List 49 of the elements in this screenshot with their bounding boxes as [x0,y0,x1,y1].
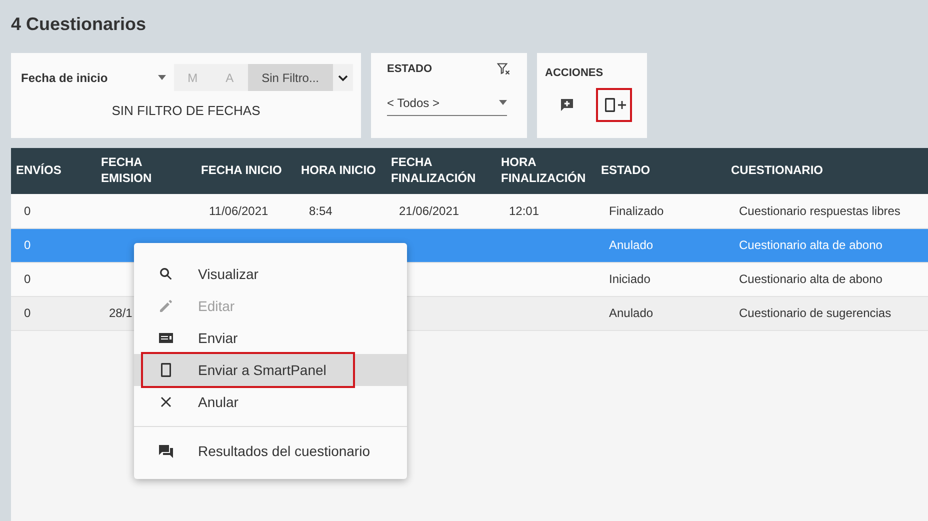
table-cell: Cuestionario alta de abono [739,238,882,252]
table-cell: 11/06/2021 [209,204,268,218]
table-cell: 8:54 [309,204,332,218]
column-header: ESTADO [596,148,726,194]
table-row[interactable]: 0 11/06/2021 8:54 21/06/2021 12:01 Finalizado Cuestionario respuestas libres [11,194,928,228]
comment-plus-icon [558,96,574,112]
table-cell: 28/1 [109,306,132,320]
clear-filter-icon[interactable] [497,62,511,76]
menu-item[interactable]: Resultados del cuestionario [134,435,407,467]
caret-icon [499,100,507,105]
table-cell: 0 [24,204,31,218]
panel-title: ACCIONES [545,66,604,81]
table-cell: 0 [24,306,31,320]
column-header: FECHA FINALIZACIÓN [386,148,496,194]
table-cell: Finalizado [609,204,664,218]
caret-icon [158,75,166,80]
table-cell: Anulado [609,306,654,320]
plus-icon [618,100,626,108]
chevron-down-icon [338,73,348,84]
chat-icon [158,443,174,459]
column-header: ENVÍOS [11,148,96,194]
column-header: HORA FINALIZACIÓN [496,148,596,194]
table-cell: 12:01 [509,204,540,218]
table-cell: Cuestionario alta de abono [739,272,882,286]
column-header: HORA INICIO [296,148,386,194]
send-to-tablet-button[interactable] [598,90,630,120]
table-cell: Anulado [609,238,654,252]
table-cell: Cuestionario de sugerencias [739,306,892,320]
page-title: 4 Cuestionarios [10,13,148,36]
date-filter-summary: SIN FILTRO DE FECHAS [112,102,260,120]
pencil-icon [158,298,174,314]
menu-item[interactable]: Enviar a SmartPanel [143,354,353,386]
chevron-down-button[interactable] [333,64,353,91]
tablet-icon [158,362,174,378]
column-header: FECHA EMISION [96,148,196,194]
column-header: FECHA INICIO [196,148,296,194]
search-icon [158,266,174,282]
period-tab[interactable]: Sin Filtro... [248,64,333,91]
table-cell: Cuestionario respuestas libres [739,204,900,218]
menu-item[interactable]: Anular [134,386,407,418]
table-cell: Iniciado [609,272,650,286]
table-cell: 0 [24,272,31,286]
column-header: CUESTIONARIO [726,148,928,194]
card-icon [158,330,174,346]
status-select[interactable]: < Todos > [387,94,507,116]
table-cell: 21/06/2021 [399,204,460,218]
table-cell: 0 [24,238,31,252]
field-dropdown[interactable]: Fecha de inicio [21,68,166,86]
panel-title: ESTADO [387,62,432,77]
